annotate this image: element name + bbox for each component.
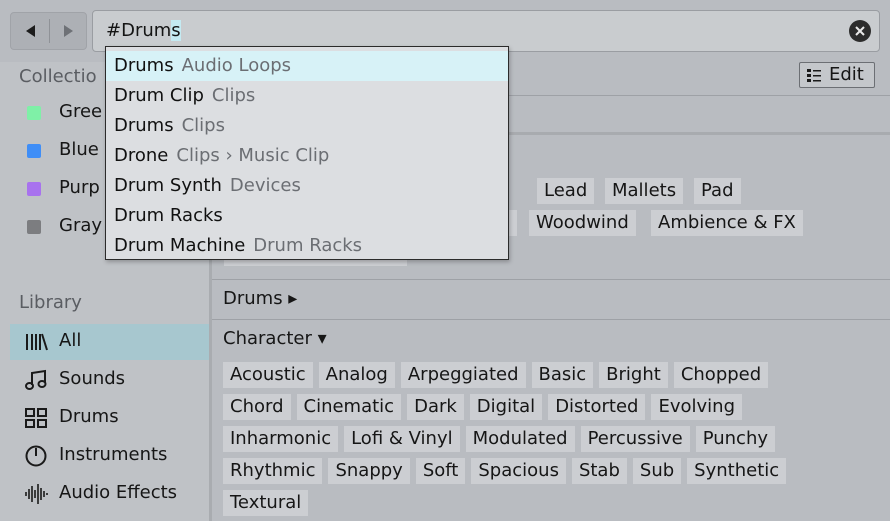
- color-swatch-purple: [27, 182, 41, 196]
- character-tag[interactable]: Snappy: [328, 458, 410, 484]
- clear-search-button[interactable]: [849, 20, 871, 42]
- edit-button-label: Edit: [829, 64, 864, 85]
- forward-arrow-icon: [64, 25, 73, 37]
- character-tag[interactable]: Cinematic: [296, 394, 402, 420]
- character-tag[interactable]: Acoustic: [223, 362, 313, 388]
- suggestion-name: Drum Machine: [114, 235, 246, 256]
- back-arrow-icon: [26, 25, 35, 37]
- character-tag[interactable]: Basic: [531, 362, 594, 388]
- character-tag[interactable]: Stab: [571, 458, 627, 484]
- character-tag[interactable]: Lofi & Vinyl: [344, 426, 460, 452]
- character-section-header[interactable]: Character ▾: [223, 328, 327, 349]
- character-tag[interactable]: Spacious: [471, 458, 566, 484]
- divider: [212, 319, 890, 320]
- search-text-prefix: #Drum: [106, 20, 172, 41]
- library-all-icon: [26, 333, 48, 351]
- suggestion-item[interactable]: Drum Racks: [106, 201, 508, 231]
- sidebar-item-label: Sounds: [59, 368, 126, 389]
- tag-woodwind[interactable]: Woodwind: [529, 210, 636, 236]
- collection-label: Purp: [59, 177, 100, 198]
- suggestion-item[interactable]: Drone Clips › Music Clip: [106, 141, 508, 171]
- character-tag[interactable]: Arpeggiated: [400, 362, 526, 388]
- suggestion-item[interactable]: Drums Audio Loops: [106, 51, 508, 81]
- suggestion-name: Drum Clip: [114, 85, 204, 106]
- suggestion-item[interactable]: Drum Synth Devices: [106, 171, 508, 201]
- character-tag[interactable]: Inharmonic: [223, 426, 339, 452]
- sidebar-item-label: All: [59, 330, 82, 351]
- character-tag[interactable]: Sub: [632, 458, 682, 484]
- suggestion-category: Audio Loops: [181, 55, 292, 76]
- collection-label: Gray: [59, 215, 103, 236]
- sidebar-item-instruments[interactable]: Instruments: [10, 438, 209, 474]
- character-tag[interactable]: Punchy: [695, 426, 775, 452]
- suggestion-name: Drums: [114, 115, 174, 136]
- instruments-dial-icon: [25, 445, 47, 467]
- suggestion-name: Drums: [114, 55, 174, 76]
- suggestion-category: Clips › Music Clip: [176, 145, 330, 166]
- edit-list-icon: [807, 69, 821, 82]
- tag-mallets[interactable]: Mallets: [605, 178, 684, 204]
- search-suggestions-dropdown: Drums Audio Loops Drum Clip Clips Drums Cli…: [105, 46, 509, 260]
- suggestion-item[interactable]: Drum Clip Clips: [106, 81, 508, 111]
- history-nav: [10, 12, 87, 50]
- audio-effects-wave-icon: [25, 484, 48, 504]
- character-tag[interactable]: Analog: [318, 362, 395, 388]
- back-button[interactable]: [11, 13, 49, 49]
- collection-label: Gree: [59, 101, 103, 122]
- edit-button[interactable]: Edit: [799, 62, 875, 88]
- tag-lead[interactable]: Lead: [537, 178, 595, 204]
- collections-header: Collectio: [19, 66, 97, 87]
- search-input-text[interactable]: #Drums: [106, 20, 181, 41]
- suggestion-name: Drum Racks: [114, 205, 223, 226]
- character-tag[interactable]: Chord: [223, 394, 291, 420]
- character-tag[interactable]: Percussive: [580, 426, 690, 452]
- sounds-note-icon: [25, 369, 47, 390]
- sidebar-item-label: Instruments: [59, 444, 168, 465]
- sidebar-item-all[interactable]: All: [10, 324, 209, 360]
- suggestion-name: Drum Synth: [114, 175, 222, 196]
- library-header: Library: [19, 292, 82, 313]
- suggestion-category: Clips: [181, 115, 225, 136]
- drums-section-header[interactable]: Drums ▸: [223, 288, 297, 309]
- sidebar-item-sounds[interactable]: Sounds: [10, 362, 209, 398]
- suggestion-category: Clips: [211, 85, 256, 106]
- character-tag[interactable]: Textural: [223, 490, 309, 516]
- suggestion-item[interactable]: Drums Clips: [106, 111, 508, 141]
- character-tag[interactable]: Modulated: [465, 426, 575, 452]
- forward-button[interactable]: [50, 13, 88, 49]
- character-tag[interactable]: Soft: [415, 458, 466, 484]
- sidebar-item-label: Drums: [59, 406, 119, 427]
- suggestion-item[interactable]: Drum Machine Drum Racks: [106, 231, 508, 261]
- character-tag[interactable]: Chopped: [673, 362, 769, 388]
- tag-pad[interactable]: Pad: [694, 178, 741, 204]
- close-icon: [855, 26, 865, 36]
- character-tag[interactable]: Rhythmic: [223, 458, 323, 484]
- sidebar-item-label: Audio Effects: [59, 482, 178, 503]
- sidebar-item-audio-effects[interactable]: Audio Effects: [10, 476, 209, 512]
- character-tag[interactable]: Bright: [599, 362, 668, 388]
- suggestion-name: Drone: [114, 145, 169, 166]
- tag-ambience-fx[interactable]: Ambience & FX: [651, 210, 803, 236]
- color-swatch-gray: [27, 220, 41, 234]
- collection-label: Blue: [59, 139, 99, 160]
- character-tag[interactable]: Digital: [469, 394, 543, 420]
- color-swatch-blue: [27, 144, 41, 158]
- character-tag[interactable]: Distorted: [548, 394, 646, 420]
- character-tag[interactable]: Evolving: [651, 394, 742, 420]
- drums-grid-icon: [25, 408, 47, 428]
- suggestion-category: Drum Racks: [253, 235, 363, 256]
- character-tag[interactable]: Synthetic: [687, 458, 787, 484]
- divider: [212, 279, 890, 280]
- sidebar-item-drums[interactable]: Drums: [10, 400, 209, 436]
- search-text-selection: s: [171, 20, 181, 41]
- color-swatch-green: [27, 106, 41, 120]
- character-tag[interactable]: Dark: [407, 394, 464, 420]
- suggestion-category: Devices: [229, 175, 301, 196]
